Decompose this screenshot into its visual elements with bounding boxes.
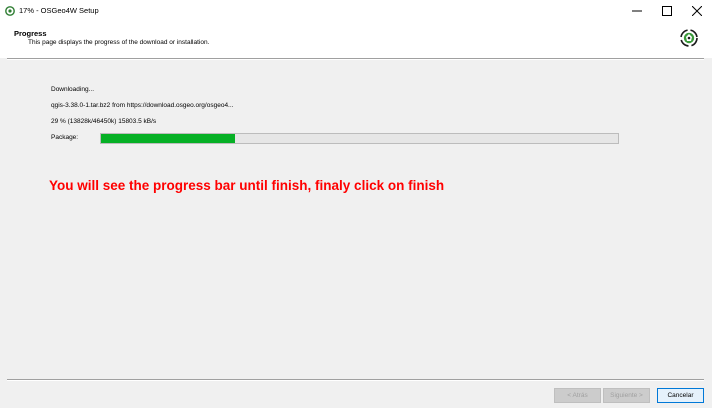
footer-divider-highlight: [7, 380, 704, 381]
download-status: Downloading...: [51, 86, 94, 93]
back-button[interactable]: < Atrás: [554, 388, 601, 403]
title-bar: 17% - OSGeo4W Setup: [0, 0, 712, 22]
setup-window: 17% - OSGeo4W Setup Progress This page d…: [0, 0, 712, 408]
osgeo-logo-icon: [680, 29, 698, 47]
instruction-annotation: You will see the progress bar until fini…: [49, 178, 445, 193]
package-progress-fill: [101, 134, 235, 143]
next-button[interactable]: Siguiente >: [603, 388, 650, 403]
osgeo-app-icon: [5, 6, 15, 16]
download-file: qgis-3.38.0-1.tar.bz2 from https://downl…: [51, 102, 234, 109]
page-subtitle: This page displays the progress of the d…: [28, 39, 210, 46]
maximize-icon: [662, 6, 672, 16]
page-title: Progress: [14, 29, 47, 38]
minimize-button[interactable]: [622, 0, 652, 22]
window-title: 17% - OSGeo4W Setup: [19, 6, 99, 15]
minimize-icon: [632, 10, 642, 12]
package-label: Package:: [51, 134, 79, 141]
download-detail: 29 % (13828k/46450k) 15803.5 kB/s: [51, 118, 157, 125]
maximize-button[interactable]: [652, 0, 682, 22]
header-divider-highlight: [7, 59, 704, 60]
close-button[interactable]: [682, 0, 712, 22]
page-header: Progress This page displays the progress…: [0, 22, 712, 58]
close-icon: [692, 6, 702, 16]
package-progress-bar: [100, 133, 619, 144]
cancel-button[interactable]: Cancelar: [657, 388, 704, 403]
